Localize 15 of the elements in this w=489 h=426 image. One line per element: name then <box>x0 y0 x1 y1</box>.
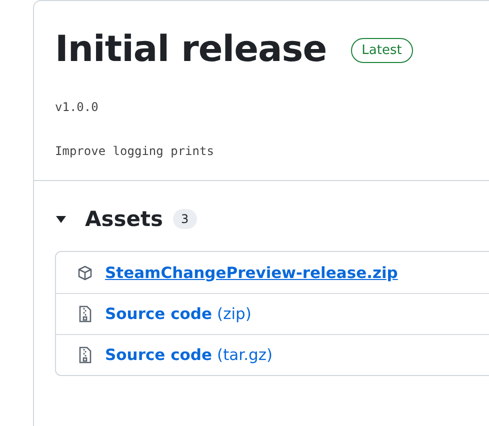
disclosure-triangle-icon[interactable] <box>55 213 67 225</box>
package-icon <box>77 264 93 282</box>
latest-badge: Latest <box>350 38 413 63</box>
release-tag: v1.0.0 <box>55 100 489 114</box>
asset-format: (tar.gz) <box>217 346 273 364</box>
assets-heading: Assets <box>85 207 164 231</box>
zip-file-icon <box>77 305 93 323</box>
release-notes: Improve logging prints <box>55 144 215 158</box>
asset-link[interactable]: Source code <box>105 346 212 364</box>
asset-count: 3 <box>173 209 197 229</box>
asset-format: (zip) <box>217 305 252 323</box>
release-title: Initial release <box>55 29 327 70</box>
zip-file-icon <box>77 346 93 364</box>
asset-link[interactable]: SteamChangePreview-release.zip <box>105 264 398 282</box>
asset-link[interactable]: Source code <box>105 305 212 323</box>
